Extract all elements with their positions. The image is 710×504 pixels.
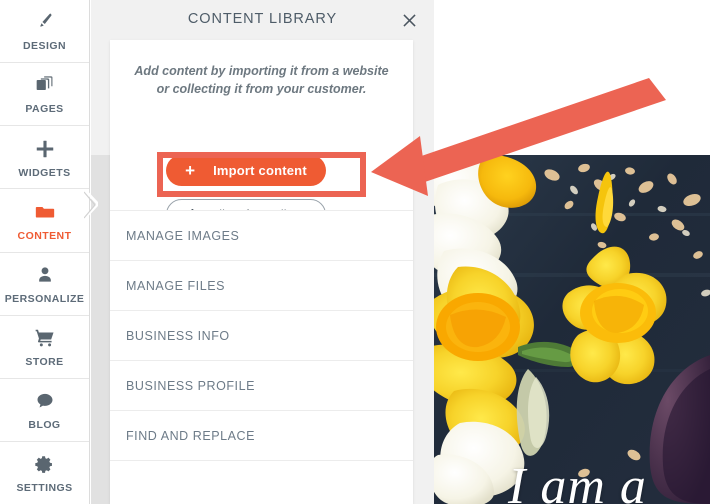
pages-icon xyxy=(33,73,57,97)
plus-icon: + xyxy=(185,160,196,180)
page-title: CONTENT LIBRARY xyxy=(187,11,338,27)
sidebar-item-store[interactable]: STORE xyxy=(0,316,89,379)
menu-item-business-profile[interactable]: BUSINESS PROFILE xyxy=(110,360,413,410)
speech-bubble-icon xyxy=(33,389,57,413)
content-menu-list: MANAGE IMAGES MANAGE FILES BUSINESS INFO… xyxy=(110,210,413,461)
panel-header: CONTENT LIBRARY xyxy=(91,0,434,40)
folder-icon xyxy=(33,200,57,224)
person-icon xyxy=(33,263,57,287)
gear-icon xyxy=(33,452,57,476)
menu-item-label: BUSINESS INFO xyxy=(126,328,230,343)
menu-item-find-and-replace[interactable]: FIND AND REPLACE xyxy=(110,410,413,460)
sidebar-item-label: STORE xyxy=(25,355,64,368)
menu-item-label: MANAGE IMAGES xyxy=(126,228,240,243)
sidebar-item-content[interactable]: CONTENT xyxy=(0,189,89,253)
menu-item-business-info[interactable]: BUSINESS INFO xyxy=(110,310,413,360)
sidebar-item-label: PAGES xyxy=(25,103,64,116)
sidebar-item-widgets[interactable]: WIDGETS xyxy=(0,126,89,190)
sidebar-item-personalize[interactable]: PERSONALIZE xyxy=(0,253,89,316)
daffodil-photo xyxy=(434,155,710,504)
menu-item-manage-images[interactable]: MANAGE IMAGES xyxy=(110,210,413,260)
plus-icon xyxy=(33,137,57,161)
site-preview-image[interactable]: I am a xyxy=(434,155,710,504)
sidebar-item-pages[interactable]: PAGES xyxy=(0,63,89,127)
import-content-button[interactable]: + Import content xyxy=(166,155,326,186)
intro-text: Add content by importing it from a websi… xyxy=(134,64,389,97)
cart-icon xyxy=(33,326,57,350)
sidebar-item-label: PERSONALIZE xyxy=(4,292,85,305)
close-icon[interactable] xyxy=(398,9,420,31)
sidebar-item-design[interactable]: DESIGN xyxy=(0,0,89,64)
sidebar-item-label: CONTENT xyxy=(17,229,72,242)
menu-item-label: MANAGE FILES xyxy=(126,278,225,293)
sidebar-item-blog[interactable]: BLOG xyxy=(0,379,89,442)
left-sidebar: DESIGN PAGES WIDGETS CONTENT PERSONALIZE… xyxy=(0,0,90,504)
sidebar-item-settings[interactable]: SETTINGS xyxy=(0,442,89,504)
sidebar-item-label: SETTINGS xyxy=(16,482,73,495)
content-library-panel: CONTENT LIBRARY Add content by importing… xyxy=(91,0,434,504)
menu-list-divider xyxy=(110,460,413,461)
preview-caption-text: I am a xyxy=(508,458,647,504)
app-root: DESIGN PAGES WIDGETS CONTENT PERSONALIZE… xyxy=(0,0,710,504)
content-library-card: Add content by importing it from a websi… xyxy=(110,40,413,504)
import-content-label: Import content xyxy=(213,163,307,178)
brush-icon xyxy=(33,10,57,34)
sidebar-item-label: BLOG xyxy=(28,419,61,432)
menu-item-manage-files[interactable]: MANAGE FILES xyxy=(110,260,413,310)
sidebar-item-label: DESIGN xyxy=(23,40,66,53)
sidebar-item-label: WIDGETS xyxy=(18,166,71,179)
panel-collapse-chevron-icon[interactable] xyxy=(83,187,98,221)
menu-item-label: FIND AND REPLACE xyxy=(126,428,255,443)
menu-item-label: BUSINESS PROFILE xyxy=(126,378,255,393)
